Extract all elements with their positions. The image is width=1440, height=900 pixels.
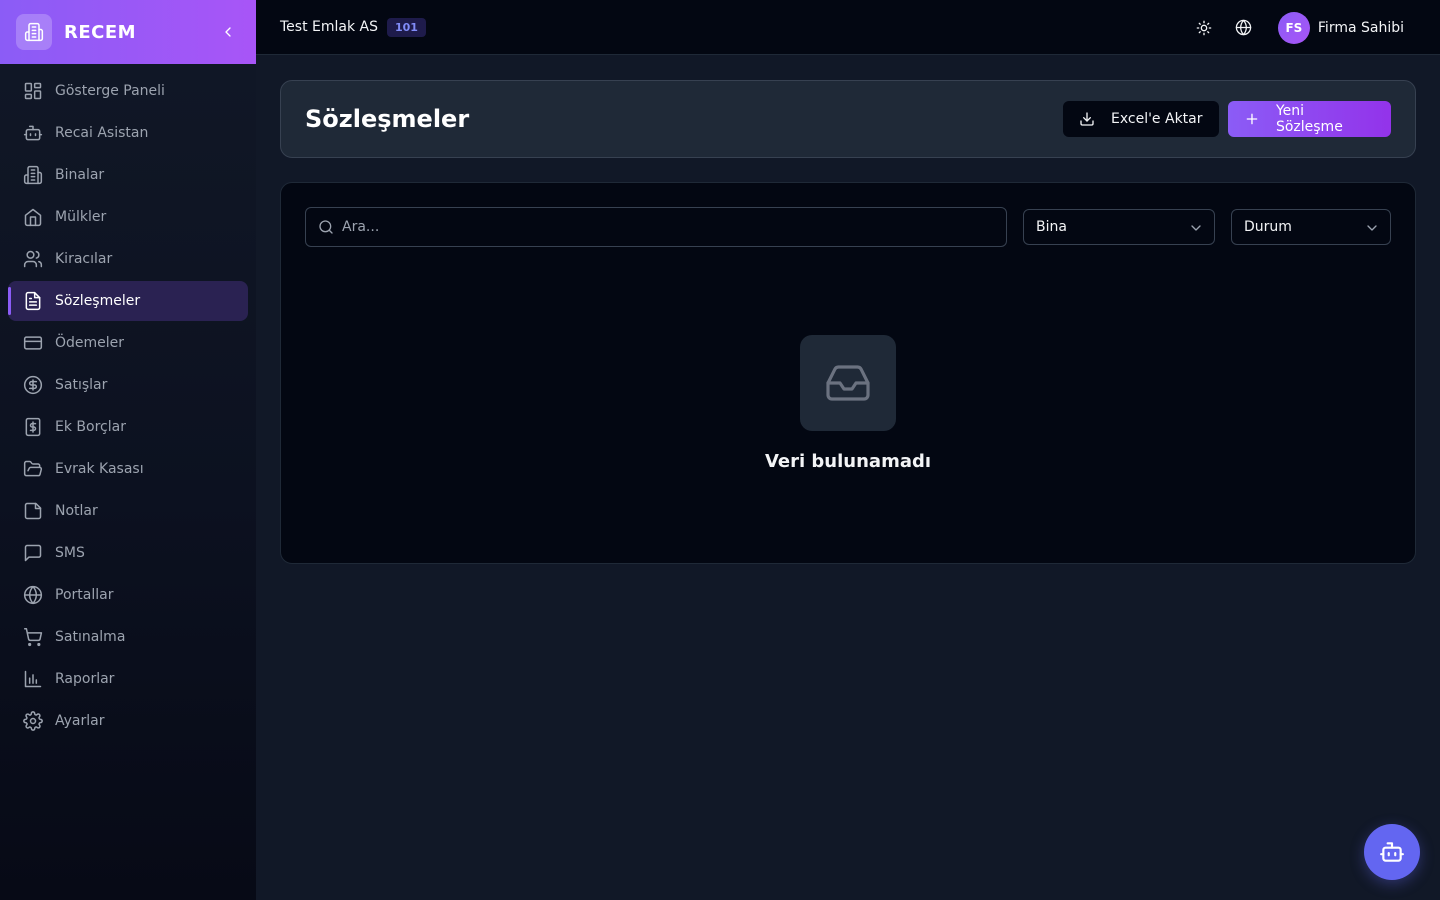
company-name: Test Emlak AS: [280, 19, 378, 35]
sidebar-item-label: Sözleşmeler: [55, 293, 141, 309]
sidebar-item-label: Satışlar: [55, 377, 108, 393]
sidebar-item-portals[interactable]: Portallar: [8, 575, 248, 615]
globe-icon: [23, 585, 43, 605]
topbar: Test Emlak AS 101 FS Firma Sahibi: [256, 0, 1440, 55]
message-icon: [24, 544, 42, 562]
sidebar-item-label: Notlar: [55, 503, 98, 519]
building-icon: [23, 165, 43, 185]
download-icon: [1080, 112, 1094, 126]
sidebar-item-assistant[interactable]: Recai Asistan: [8, 113, 248, 153]
chevron-left-icon: [225, 27, 231, 37]
language-button[interactable]: [1232, 16, 1256, 40]
sidebar-item-label: Ek Borçlar: [55, 419, 126, 435]
avatar: FS: [1277, 11, 1310, 44]
building-logo-icon: [16, 14, 52, 50]
sidebar-item-label: Gösterge Paneli: [55, 83, 165, 99]
dollar-circle-icon: [23, 375, 43, 395]
sidebar-item-label: Ödemeler: [55, 335, 125, 351]
sidebar-item-tenants[interactable]: Kiracılar: [8, 239, 248, 279]
export-excel-button[interactable]: Excel'e Aktar: [1063, 101, 1219, 137]
sidebar-item-label: Binalar: [55, 167, 105, 183]
credit-card-icon: [23, 336, 43, 350]
sidebar-item-sales[interactable]: Satışlar: [8, 365, 248, 405]
sidebar-item-settings[interactable]: Ayarlar: [8, 701, 248, 741]
globe-icon: [1236, 19, 1252, 36]
sidebar-item-label: Kiracılar: [55, 251, 113, 267]
sticky-note-icon: [24, 502, 42, 520]
brand-name: RECEM: [64, 21, 137, 43]
sidebar-item-reports[interactable]: Raporlar: [8, 659, 248, 699]
building-select-value: Bina: [1036, 219, 1067, 235]
sidebar-nav: Gösterge Paneli Recai Asistan Binalar Mü…: [0, 64, 256, 741]
sidebar: RECEM Gösterge Paneli Recai Asistan Bina…: [0, 0, 256, 900]
status-select-value: Durum: [1244, 219, 1292, 235]
search-input[interactable]: [342, 219, 1006, 235]
sidebar-item-document-vault[interactable]: Evrak Kasası: [8, 449, 248, 489]
empty-state-icon: [800, 335, 896, 431]
page-actions: Excel'e Aktar Yeni Sözleşme: [1063, 101, 1391, 137]
sidebar-item-label: Recai Asistan: [55, 125, 149, 141]
sidebar-item-dashboard[interactable]: Gösterge Paneli: [8, 71, 248, 111]
sidebar-item-purchasing[interactable]: Satınalma: [8, 617, 248, 657]
sidebar-item-contracts[interactable]: Sözleşmeler: [8, 281, 248, 321]
export-excel-label: Excel'e Aktar: [1111, 111, 1203, 127]
status-select[interactable]: Durum: [1231, 209, 1391, 245]
file-text-icon: [25, 291, 41, 311]
home-icon: [24, 208, 42, 227]
assistant-fab-button[interactable]: [1364, 824, 1420, 880]
sidebar-item-label: Evrak Kasası: [55, 461, 144, 477]
receipt-icon: [25, 417, 41, 437]
sidebar-item-notes[interactable]: Notlar: [8, 491, 248, 531]
sidebar-item-payments[interactable]: Ödemeler: [8, 323, 248, 363]
page-title: Sözleşmeler: [305, 105, 470, 133]
building-select[interactable]: Bina: [1023, 209, 1215, 245]
folder-open-icon: [23, 460, 43, 477]
user-menu[interactable]: FS Firma Sahibi: [1277, 11, 1404, 44]
sidebar-item-label: Mülkler: [55, 209, 107, 225]
chevron-down-icon: [1367, 225, 1377, 231]
dashboard-icon: [24, 82, 42, 100]
sidebar-item-label: Ayarlar: [55, 713, 105, 729]
sidebar-item-buildings[interactable]: Binalar: [8, 155, 248, 195]
new-contract-button[interactable]: Yeni Sözleşme: [1228, 101, 1391, 137]
users-icon: [23, 250, 43, 268]
sidebar-item-sms[interactable]: SMS: [8, 533, 248, 573]
sun-icon: [1196, 20, 1212, 35]
page-header: Sözleşmeler Excel'e Aktar Yeni Sözleşme: [280, 80, 1416, 158]
theme-toggle-button[interactable]: [1192, 16, 1216, 40]
bar-chart-icon: [24, 670, 42, 688]
search-box: [305, 207, 1007, 247]
brand-header: RECEM: [0, 0, 256, 64]
cart-icon: [23, 627, 43, 647]
user-name: Firma Sahibi: [1317, 19, 1404, 36]
app-root: RECEM Gösterge Paneli Recai Asistan Bina…: [0, 0, 1440, 900]
bot-icon: [1380, 842, 1404, 862]
bot-icon: [23, 125, 43, 141]
plus-icon: [1246, 113, 1258, 125]
new-contract-label: Yeni Sözleşme: [1275, 103, 1343, 135]
gear-icon: [23, 711, 43, 731]
company-code-badge: 101: [387, 17, 426, 37]
collapse-sidebar-button[interactable]: [216, 20, 240, 44]
inbox-icon: [826, 365, 870, 401]
chevron-down-icon: [1191, 225, 1201, 231]
empty-state-text: Veri bulunamadı: [764, 451, 932, 472]
topbar-actions: FS Firma Sahibi: [1192, 0, 1404, 55]
contracts-panel: Bina Durum Veri bulunamadı: [280, 182, 1416, 564]
sidebar-item-label: SMS: [55, 545, 85, 561]
sidebar-item-label: Portallar: [55, 587, 114, 603]
sidebar-item-label: Satınalma: [55, 629, 126, 645]
sidebar-item-label: Raporlar: [55, 671, 115, 687]
sidebar-item-properties[interactable]: Mülkler: [8, 197, 248, 237]
sidebar-item-extra-debts[interactable]: Ek Borçlar: [8, 407, 248, 447]
search-icon: [319, 220, 333, 234]
